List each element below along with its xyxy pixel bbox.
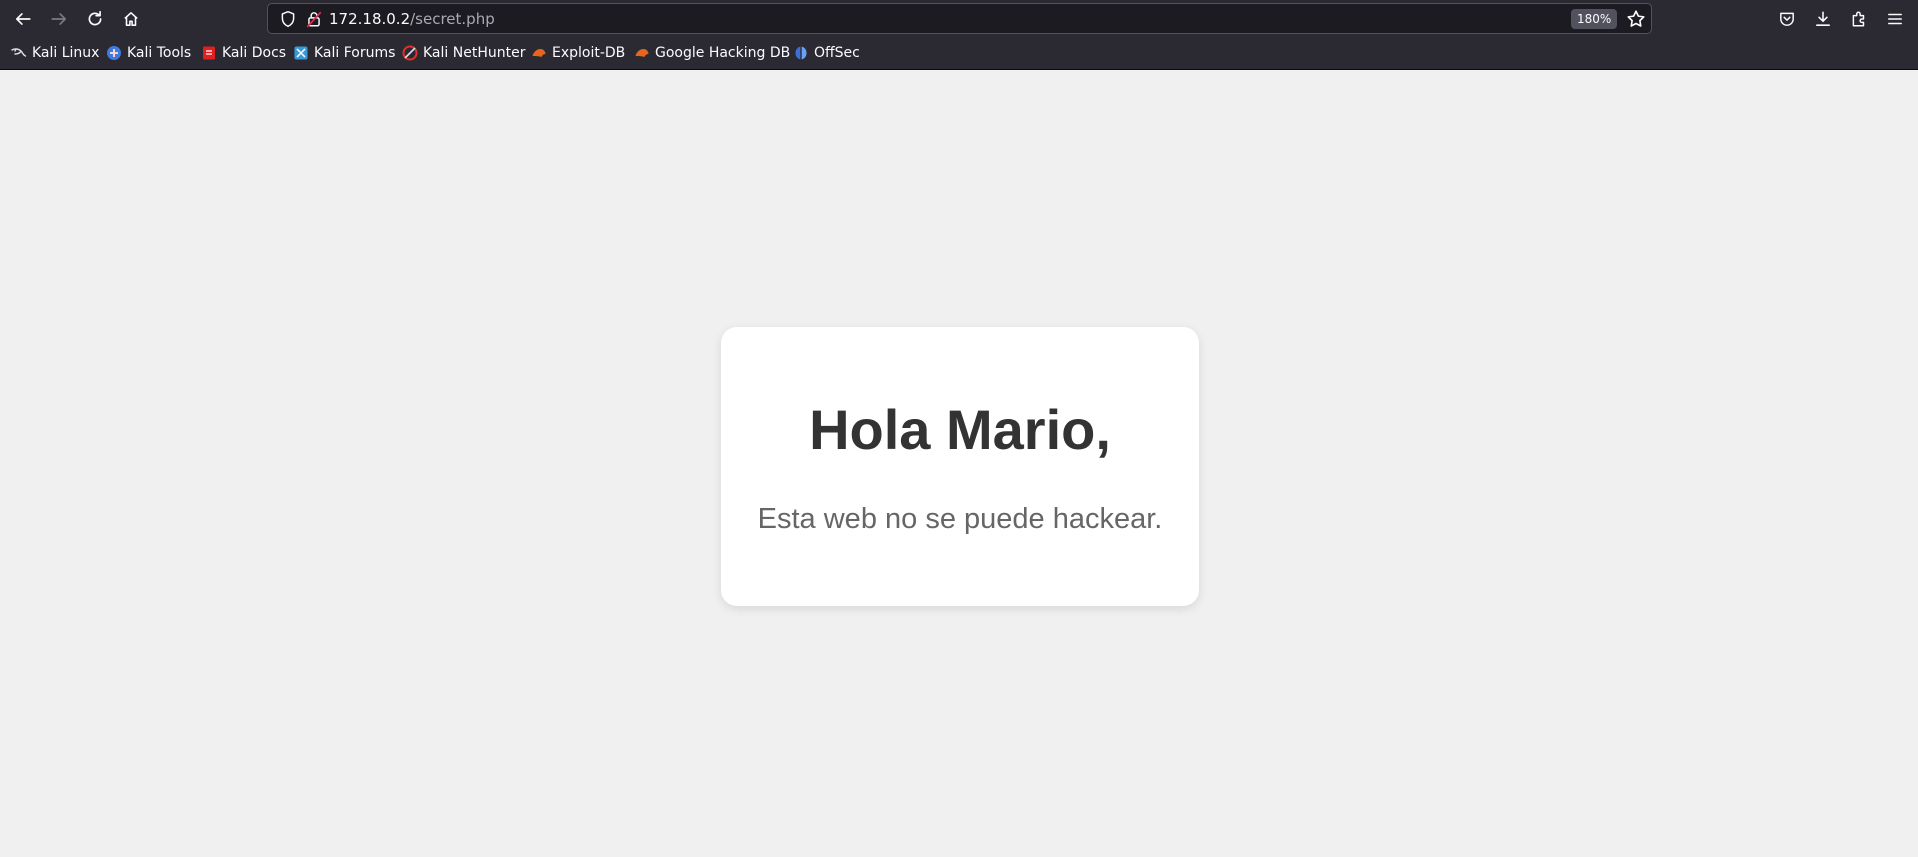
- greeting-card: Hola Mario, Esta web no se puede hackear…: [721, 327, 1199, 606]
- bookmark-google-hacking-db[interactable]: Google Hacking DB: [634, 43, 790, 63]
- bookmarks-toolbar: Kali Linux Kali Tools Kali Docs Kali For…: [0, 38, 1918, 70]
- kali-forums-icon: [294, 46, 308, 60]
- back-button[interactable]: [10, 6, 36, 32]
- bookmark-offsec[interactable]: OffSec: [793, 43, 860, 63]
- bookmark-label: Exploit-DB: [552, 45, 626, 61]
- browser-toolbar: 172.18.0.2/secret.php 180%: [0, 0, 1918, 38]
- url-path: /secret.php: [410, 10, 495, 28]
- nethunter-icon: [402, 45, 418, 61]
- page-message: Esta web no se puede hackear.: [757, 503, 1163, 535]
- insecure-lock-icon[interactable]: [305, 10, 323, 28]
- bookmark-label: Kali Forums: [314, 45, 396, 61]
- bookmark-label: Google Hacking DB: [655, 45, 791, 61]
- bookmark-label: Kali Tools: [127, 45, 192, 61]
- app-menu-button[interactable]: [1882, 6, 1908, 32]
- exploit-db-icon: [532, 49, 546, 57]
- bookmark-label: Kali Linux: [32, 45, 100, 61]
- bookmark-kali-forums[interactable]: Kali Forums: [293, 43, 395, 63]
- bookmark-star-icon[interactable]: [1626, 9, 1646, 29]
- home-icon: [124, 12, 138, 26]
- back-icon: [15, 13, 31, 25]
- url-text[interactable]: 172.18.0.2/secret.php: [329, 10, 495, 28]
- reload-button[interactable]: [82, 6, 108, 32]
- bookmark-label: Kali NetHunter: [423, 45, 526, 61]
- pocket-icon: [1780, 12, 1794, 26]
- kali-dragon-icon: [11, 48, 27, 57]
- shield-icon[interactable]: [279, 10, 297, 28]
- page-heading: Hola Mario,: [809, 398, 1111, 461]
- bookmark-label: OffSec: [814, 45, 860, 61]
- bookmark-kali-nethunter[interactable]: Kali NetHunter: [402, 43, 525, 63]
- home-button[interactable]: [118, 6, 144, 32]
- extensions-icon: [1852, 11, 1865, 27]
- bookmark-kali-linux[interactable]: Kali Linux: [11, 43, 99, 63]
- forward-icon: [51, 13, 67, 25]
- url-bar[interactable]: 172.18.0.2/secret.php 180%: [267, 3, 1652, 34]
- downloads-button[interactable]: [1810, 6, 1836, 32]
- kali-tools-icon: [107, 46, 121, 60]
- kali-docs-icon: [203, 46, 215, 60]
- bookmark-kali-tools[interactable]: Kali Tools: [106, 43, 191, 63]
- reload-icon: [88, 10, 102, 26]
- pocket-button[interactable]: [1774, 6, 1800, 32]
- menu-icon: [1888, 13, 1902, 25]
- zoom-level-badge[interactable]: 180%: [1571, 9, 1618, 29]
- forward-button[interactable]: [46, 6, 72, 32]
- extensions-button[interactable]: [1846, 6, 1872, 32]
- download-icon: [1816, 11, 1830, 26]
- url-host: 172.18.0.2: [329, 10, 411, 28]
- ghdb-icon: [635, 49, 649, 57]
- bookmark-kali-docs[interactable]: Kali Docs: [201, 43, 286, 63]
- bookmark-label: Kali Docs: [222, 45, 287, 61]
- offsec-icon: [795, 46, 807, 60]
- bookmark-exploit-db[interactable]: Exploit-DB: [531, 43, 625, 63]
